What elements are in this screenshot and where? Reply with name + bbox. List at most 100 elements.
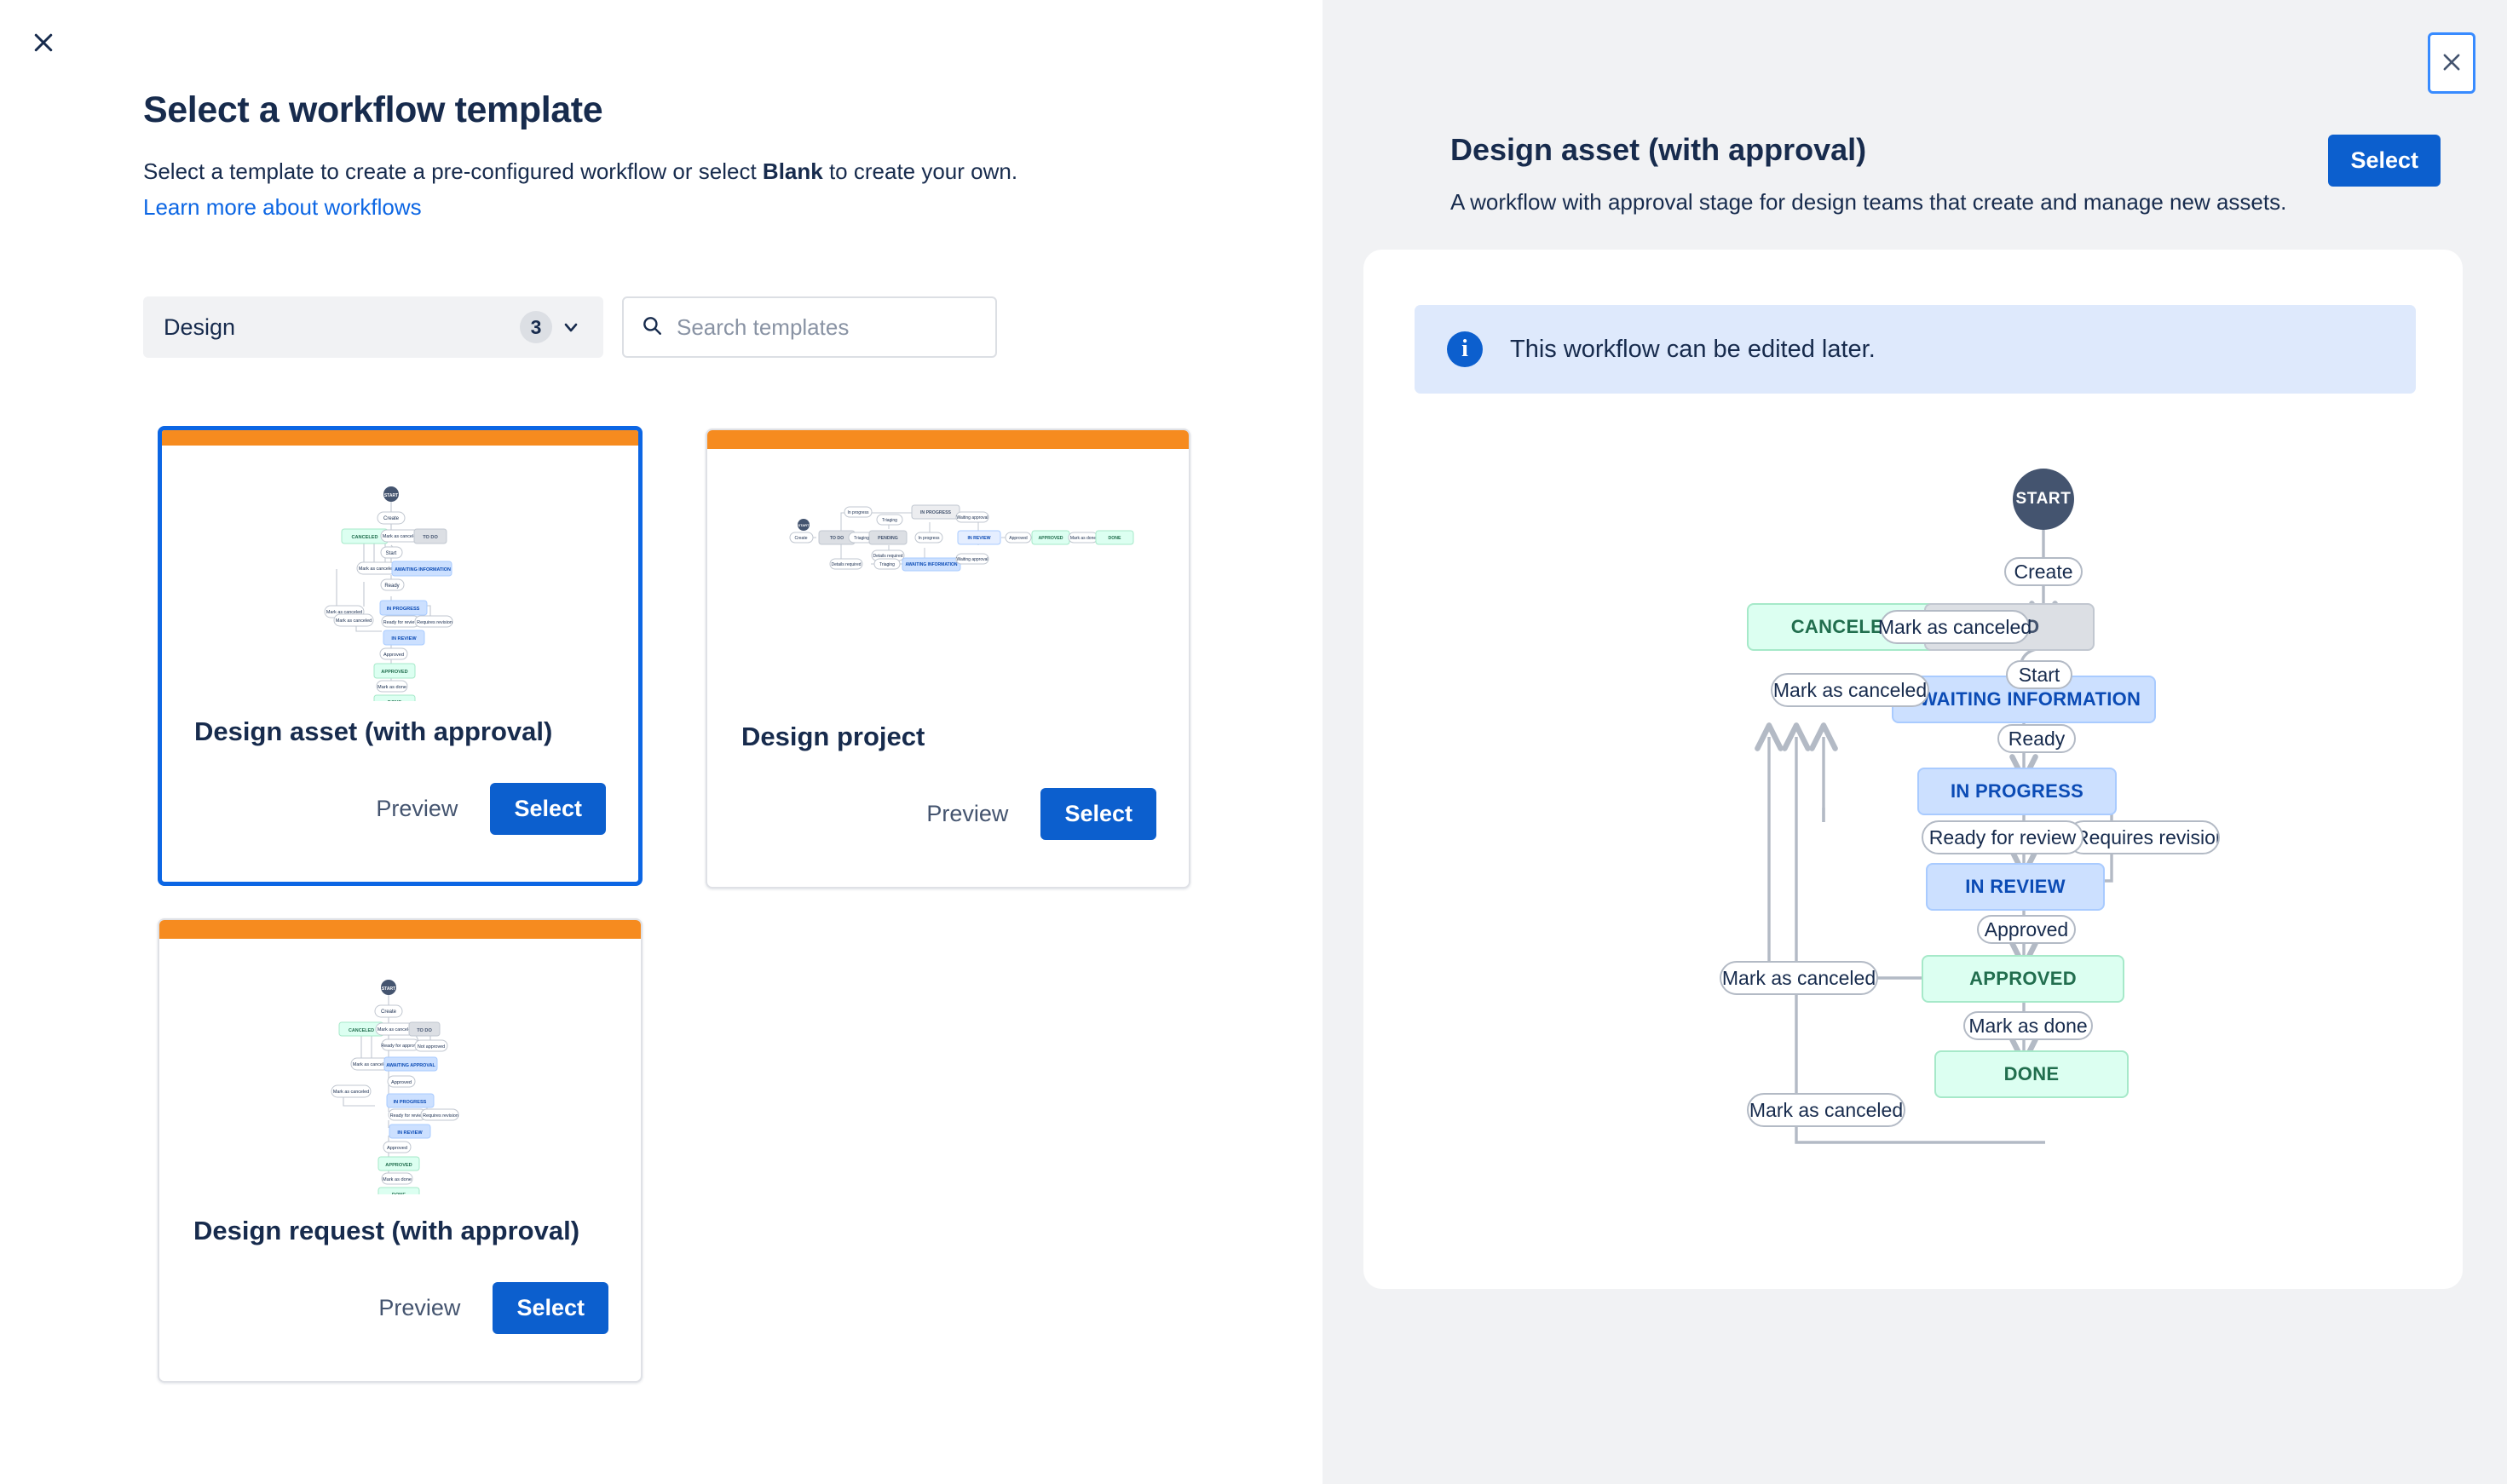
svg-text:Start: Start (386, 551, 397, 556)
workflow-template-picker-modal: Select a workflow template Select a temp… (0, 0, 2507, 1484)
card-accent-stripe (162, 430, 638, 446)
svg-text:Approved: Approved (387, 1146, 407, 1151)
svg-text:Mark as canceled: Mark as canceled (377, 1027, 413, 1032)
svg-text:Mark as canceled: Mark as canceled (359, 567, 395, 572)
close-icon (2440, 50, 2464, 77)
svg-text:Details required: Details required (873, 554, 902, 559)
svg-text:Create: Create (383, 516, 400, 521)
workflow-connectors (1755, 530, 2113, 1144)
workflow-transition-ready-for-review: Ready for review (1922, 820, 2083, 854)
template-card-actions: Preview Select (921, 788, 1156, 840)
preview-select-button[interactable]: Select (2328, 135, 2441, 187)
svg-text:IN REVIEW: IN REVIEW (967, 536, 990, 541)
svg-text:IN PROGRESS: IN PROGRESS (387, 607, 420, 612)
workflow-transition-mark-as-canceled-1: Mark as canceled (1878, 610, 2032, 644)
svg-text:IN PROGRESS: IN PROGRESS (920, 510, 952, 515)
svg-text:Waiting approval: Waiting approval (956, 515, 988, 521)
svg-text:CANCELED: CANCELED (349, 1028, 374, 1033)
svg-text:TO DO: TO DO (830, 536, 844, 541)
chevron-down-icon (561, 317, 581, 337)
svg-text:START: START (798, 523, 810, 527)
svg-text:TO DO: TO DO (417, 1028, 432, 1033)
workflow-node-approved: APPROVED (1922, 955, 2124, 1003)
category-filter-count: 3 (520, 311, 552, 343)
template-card-title: Design project (741, 722, 925, 751)
svg-text:Ready for review: Ready for review (390, 1113, 425, 1119)
svg-text:Triaging: Triaging (882, 518, 897, 523)
subtitle-blank-keyword: Blank (762, 158, 823, 184)
svg-text:In progress: In progress (847, 510, 869, 515)
workflow-transition-requires-revision: Requires revision (2066, 820, 2220, 854)
workflow-node-start: START (2013, 469, 2074, 530)
workflow-transition-mark-as-canceled-3: Mark as canceled (1720, 961, 1878, 995)
page-title: Select a workflow template (143, 89, 603, 130)
svg-text:Waiting approval: Waiting approval (956, 557, 988, 562)
svg-text:Mark as done: Mark as done (1070, 536, 1097, 541)
svg-text:Mark as done: Mark as done (377, 685, 406, 690)
close-icon (31, 30, 56, 58)
svg-text:IN PROGRESS: IN PROGRESS (394, 1100, 427, 1105)
svg-text:PENDING: PENDING (878, 536, 898, 541)
svg-text:Approved: Approved (1009, 536, 1028, 541)
workflow-transition-mark-as-canceled-4: Mark as canceled (1747, 1093, 1905, 1127)
svg-text:DONE: DONE (392, 1193, 406, 1194)
template-card-design-request[interactable]: START Create CANCELED Mark as canceled T… (158, 918, 643, 1383)
svg-text:Not approved: Not approved (418, 1044, 445, 1050)
svg-text:In progress: In progress (918, 536, 940, 541)
svg-text:Ready for approval: Ready for approval (381, 1044, 420, 1049)
preview-button[interactable]: Preview (921, 792, 1013, 836)
svg-text:AWAITING INFORMATION: AWAITING INFORMATION (905, 562, 957, 567)
select-button[interactable]: Select (1040, 788, 1156, 840)
workflow-transition-mark-as-done: Mark as done (1963, 1011, 2093, 1040)
template-card-design-asset[interactable]: START Create CANCELED Mark as canceled T… (158, 426, 643, 886)
svg-text:Create: Create (794, 536, 807, 541)
svg-text:Requires revision: Requires revision (417, 620, 452, 625)
svg-text:Approved: Approved (391, 1080, 412, 1085)
search-templates-box[interactable] (622, 296, 997, 358)
svg-text:AWAITING APPROVAL: AWAITING APPROVAL (386, 1063, 435, 1068)
svg-text:Mark as canceled: Mark as canceled (336, 618, 372, 624)
card-accent-stripe (159, 920, 641, 939)
category-filter-dropdown[interactable]: Design 3 (143, 296, 603, 358)
mini-workflow-diagram: START Create CANCELED Mark as canceled T… (331, 980, 459, 1194)
workflow-node-done: DONE (1934, 1050, 2129, 1098)
page-subtitle: Select a template to create a pre-config… (143, 156, 1017, 188)
svg-text:AWAITING INFORMATION: AWAITING INFORMATION (395, 567, 451, 572)
select-button[interactable]: Select (493, 1282, 608, 1334)
select-button[interactable]: Select (490, 783, 606, 835)
template-card-design-project[interactable]: START Create TO DO Triaging PENDING In p… (706, 429, 1190, 889)
workflow-transition-ready: Ready (1997, 724, 2076, 753)
search-input[interactable] (675, 313, 978, 342)
category-filter-label: Design (164, 313, 236, 340)
svg-text:APPROVED: APPROVED (1038, 536, 1063, 541)
modal-close-button[interactable] (19, 19, 68, 68)
subtitle-part-2: to create your own. (822, 158, 1018, 184)
preview-title: Design asset (with approval) (1450, 132, 1867, 167)
svg-text:Ready for review: Ready for review (383, 620, 418, 625)
workflow-node-in-progress: IN PROGRESS (1917, 768, 2117, 815)
card-thumbnail-design-project: START Create TO DO Triaging PENDING In p… (707, 449, 1189, 705)
svg-text:START: START (382, 986, 395, 992)
card-accent-stripe (707, 430, 1189, 449)
preview-button[interactable]: Preview (373, 1286, 465, 1330)
preview-close-button[interactable] (2428, 32, 2475, 94)
template-list-panel: Select a workflow template Select a temp… (0, 0, 1323, 1484)
svg-text:DONE: DONE (1109, 536, 1122, 541)
svg-text:Approved: Approved (383, 653, 404, 658)
mini-workflow-diagram: START Create CANCELED Mark as canceled T… (324, 486, 453, 701)
template-card-title: Design asset (with approval) (194, 716, 553, 746)
workflow-transition-start: Start (2006, 660, 2072, 689)
template-card-actions: Preview Select (371, 783, 606, 835)
svg-text:TO DO: TO DO (423, 535, 438, 540)
preview-description: A workflow with approval stage for desig… (1450, 189, 2287, 215)
mini-workflow-diagram: START Create TO DO Triaging PENDING In p… (789, 504, 1134, 572)
workflow-diagram: START Create CANCELED Mark as canceled T… (1363, 250, 2463, 1289)
svg-text:Ready: Ready (384, 584, 399, 589)
svg-text:Mark as canceled: Mark as canceled (383, 534, 418, 539)
card-thumbnail-design-asset: START Create CANCELED Mark as canceled T… (162, 446, 638, 701)
preview-button[interactable]: Preview (371, 787, 463, 831)
learn-more-link[interactable]: Learn more about workflows (143, 194, 422, 221)
workflow-node-in-review: IN REVIEW (1926, 863, 2105, 911)
subtitle-part-1: Select a template to create a pre-config… (143, 158, 763, 184)
svg-text:Mark as canceled: Mark as canceled (333, 1090, 369, 1095)
